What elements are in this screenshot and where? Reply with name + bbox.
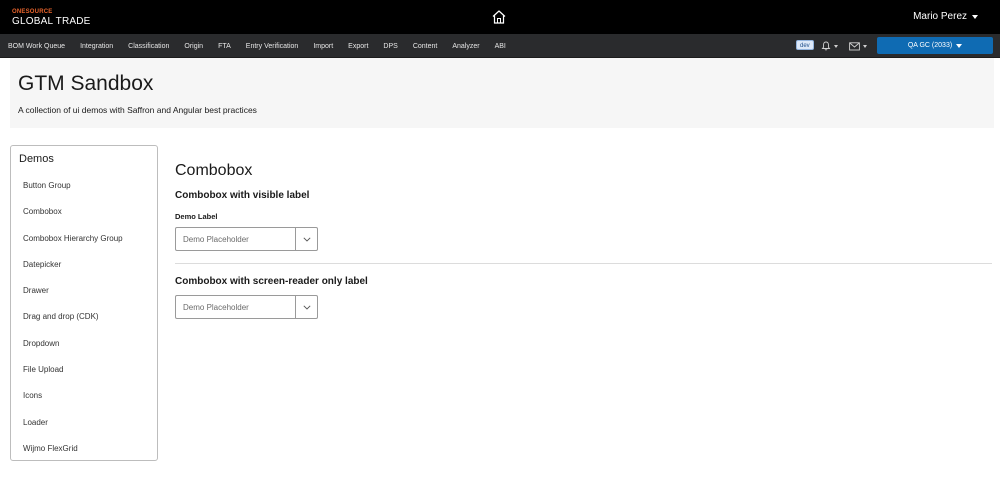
chevron-down-icon	[302, 304, 311, 310]
region-selector-button[interactable]: QA GC (2033)	[877, 37, 993, 54]
combobox-toggle-button[interactable]	[295, 296, 317, 318]
nav-item-export[interactable]: Export	[348, 43, 368, 50]
sidebar-item-combobox[interactable]: Combobox	[11, 204, 157, 230]
section-divider	[175, 263, 992, 264]
home-icon[interactable]	[490, 8, 508, 26]
nav-item-fta[interactable]: FTA	[218, 43, 231, 50]
brand-top-text: ONESOURCE	[12, 9, 53, 15]
nav-item-classification[interactable]: Classification	[128, 43, 169, 50]
nav-item-origin[interactable]: Origin	[184, 43, 203, 50]
sidebar-item-combobox-hierarchy-group[interactable]: Combobox Hierarchy Group	[11, 231, 157, 257]
sidebar-item-drawer[interactable]: Drawer	[11, 283, 157, 309]
combobox-toggle-button[interactable]	[295, 228, 317, 250]
sidebar-item-file-upload[interactable]: File Upload	[11, 362, 157, 388]
combobox-sr-label	[175, 295, 318, 319]
nav-item-import[interactable]: Import	[313, 43, 333, 50]
sidebar-title: Demos	[19, 153, 54, 165]
main-nav: BOM Work Queue Integration Classificatio…	[0, 34, 1000, 58]
chevron-down-icon	[834, 44, 838, 48]
chevron-down-icon	[863, 44, 867, 48]
messages-menu[interactable]	[849, 39, 867, 53]
page-title: GTM Sandbox	[18, 72, 154, 95]
nav-item-bom-work-queue[interactable]: BOM Work Queue	[8, 43, 65, 50]
env-badge: dev	[796, 40, 814, 50]
region-label: QA GC (2033)	[907, 42, 953, 49]
combobox-visible-label-heading: Combobox with visible label	[175, 190, 310, 201]
nav-item-abi[interactable]: ABI	[495, 43, 506, 50]
nav-items: BOM Work Queue Integration Classificatio…	[8, 34, 521, 58]
combobox-sr-label-heading: Combobox with screen-reader only label	[175, 276, 368, 287]
nav-item-dps[interactable]: DPS	[383, 43, 397, 50]
brand-bottom-text: GLOBAL TRADE	[12, 16, 91, 27]
bell-icon	[821, 41, 831, 51]
mail-icon	[849, 41, 860, 50]
page-subtitle: A collection of ui demos with Saffron an…	[18, 105, 257, 115]
notifications-menu[interactable]	[821, 39, 838, 53]
sidebar-item-wijmo-flexgrid[interactable]: Wijmo FlexGrid	[11, 441, 157, 467]
combobox-input[interactable]	[176, 228, 295, 250]
chevron-down-icon	[972, 14, 978, 19]
chevron-down-icon	[956, 43, 963, 48]
brand-logo[interactable]: ONESOURCE GLOBAL TRADE	[12, 9, 91, 27]
page-header: GTM Sandbox A collection of ui demos wit…	[10, 58, 994, 128]
combobox-visible-label	[175, 227, 318, 251]
sidebar-list: Button Group Combobox Combobox Hierarchy…	[11, 178, 157, 467]
user-menu[interactable]: Mario Perez	[913, 11, 978, 22]
sidebar-item-loader[interactable]: Loader	[11, 415, 157, 441]
top-bar: ONESOURCE GLOBAL TRADE Mario Perez	[0, 0, 1000, 34]
sidebar-item-button-group[interactable]: Button Group	[11, 178, 157, 204]
user-name: Mario Perez	[913, 11, 967, 22]
sidebar-item-icons[interactable]: Icons	[11, 388, 157, 414]
demos-sidebar: Demos Button Group Combobox Combobox Hie…	[10, 145, 158, 461]
sidebar-item-datepicker[interactable]: Datepicker	[11, 257, 157, 283]
nav-item-integration[interactable]: Integration	[80, 43, 113, 50]
section-heading: Combobox	[175, 162, 253, 179]
sidebar-item-dropdown[interactable]: Dropdown	[11, 336, 157, 362]
nav-item-analyzer[interactable]: Analyzer	[452, 43, 479, 50]
combobox-input[interactable]	[176, 296, 295, 318]
sidebar-item-drag-and-drop[interactable]: Drag and drop (CDK)	[11, 309, 157, 335]
chevron-down-icon	[302, 236, 311, 242]
demo-label: Demo Label	[175, 212, 218, 221]
nav-item-entry-verification[interactable]: Entry Verification	[246, 43, 299, 50]
nav-item-content[interactable]: Content	[413, 43, 438, 50]
